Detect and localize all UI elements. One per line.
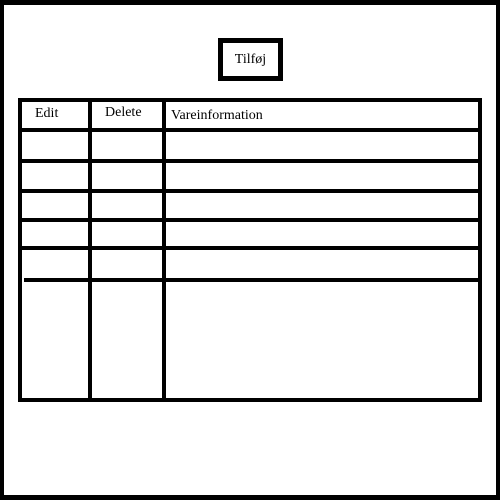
delete-cell[interactable]: [92, 163, 162, 189]
product-info-cell: [166, 163, 478, 189]
product-info-cell: [166, 282, 478, 398]
product-info-cell: [166, 222, 478, 246]
delete-cell[interactable]: [92, 250, 162, 278]
edit-cell[interactable]: [22, 282, 88, 398]
delete-cell[interactable]: [92, 282, 162, 398]
column-header-vareinformation: Vareinformation: [171, 108, 263, 123]
edit-cell[interactable]: [22, 163, 88, 189]
product-info-cell: [166, 193, 478, 218]
delete-cell[interactable]: [92, 222, 162, 246]
product-info-cell: [166, 132, 478, 159]
edit-cell[interactable]: [22, 132, 88, 159]
delete-cell[interactable]: [92, 193, 162, 218]
product-info-cell: [166, 250, 478, 278]
column-header-edit: Edit: [35, 106, 59, 121]
product-table: Edit Delete Vareinformation: [0, 0, 500, 500]
edit-cell[interactable]: [22, 250, 88, 278]
edit-cell[interactable]: [22, 222, 88, 246]
edit-cell[interactable]: [22, 193, 88, 218]
column-header-delete: Delete: [105, 105, 142, 120]
table-border-right: [478, 98, 482, 402]
delete-cell[interactable]: [92, 132, 162, 159]
